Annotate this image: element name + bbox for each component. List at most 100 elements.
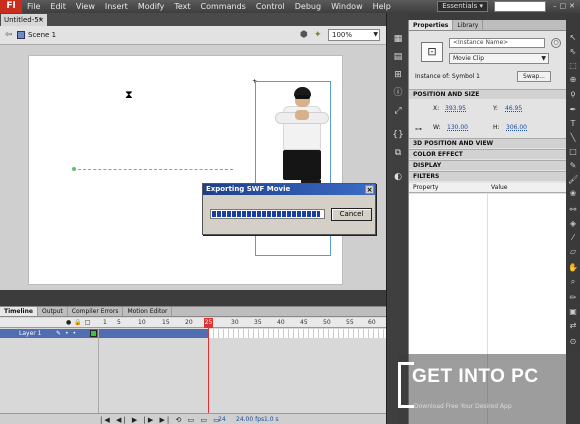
frame-number: 40 [277,319,285,326]
cancel-button[interactable]: Cancel [331,208,372,221]
menu-commands[interactable]: Commands [196,0,251,13]
tab-output[interactable]: Output [38,307,68,316]
hand-tool-icon[interactable]: ✋ [568,263,578,273]
menu-edit[interactable]: Edit [45,0,71,13]
instance-name-input[interactable]: <Instance Name> [449,38,545,48]
menu-view[interactable]: View [71,0,100,13]
filters-table-header: Property Value [409,183,567,193]
eyedropper-tool-icon[interactable]: ⁄ [568,233,578,243]
info-panel-icon[interactable]: ⓘ [392,87,404,99]
zoom-tool-icon[interactable]: ⌕ [568,277,578,287]
selection-tool-icon[interactable]: ↖ [568,33,578,43]
menu-debug[interactable]: Debug [290,0,326,13]
playback-controls[interactable]: |◀ ◀| ▶ |▶ ▶| ⟲ ▭ ▭ ▭ [100,416,222,424]
fill-color-icon[interactable]: ▣ [568,307,578,317]
menu-control[interactable]: Control [251,0,290,13]
dialog-title: Exporting SWF Movie [206,185,291,193]
document-tab[interactable]: Untitled-5* × [1,14,47,26]
pencil-tool-icon[interactable]: ✎ [568,161,578,171]
menu-window[interactable]: Window [326,0,368,13]
link-icon[interactable]: ⊶ [415,125,422,133]
3d-rotation-tool-icon[interactable]: ⊕ [568,75,578,85]
frame-cells[interactable] [209,329,386,338]
tab-properties[interactable]: Properties [409,20,454,30]
frame-number: 15 [162,319,170,326]
menu-help[interactable]: Help [368,0,396,13]
h-value[interactable]: 306.00 [506,124,527,131]
elapsed-time-value: 1.0 s [264,416,279,423]
edit-symbols-icon[interactable]: ✦ [314,30,322,40]
symbol-type-value: Movie Clip [453,55,484,62]
tab-timeline[interactable]: Timeline [0,307,38,316]
lasso-tool-icon[interactable]: ϙ [568,89,578,99]
menu-insert[interactable]: Insert [100,0,133,13]
menu-text[interactable]: Text [169,0,195,13]
swap-colors-icon[interactable]: ⇄ [568,321,578,331]
line-tool-icon[interactable]: ╲ [568,133,578,143]
zoom-select[interactable]: 100% ▼ [328,29,380,41]
stroke-color-icon[interactable]: ✏ [568,293,578,303]
document-tab-title: Untitled-5* [4,16,43,24]
transform-panel-icon[interactable]: ⤢ [392,105,404,117]
w-label: W: [433,124,441,131]
layer-state-icons[interactable]: ✎•• [56,329,80,338]
layer-name[interactable]: Layer 1 [19,329,41,338]
layer-toggle-icons[interactable]: ●🔒□ [66,319,93,326]
w-value[interactable]: 130.00 [447,124,468,131]
subselection-tool-icon[interactable]: ⇖ [568,47,578,57]
close-icon[interactable]: × [365,185,374,194]
pen-tool-icon[interactable]: ✒ [568,105,578,115]
watermark-title: GET INTO PC [412,366,539,387]
swatches-panel-icon[interactable]: ▤ [392,51,404,63]
layer-outline-color-icon[interactable] [90,330,97,337]
color-panel-icon[interactable]: ▦ [392,33,404,45]
playhead[interactable]: 25 [204,318,213,328]
tab-motion-editor[interactable]: Motion Editor [123,307,173,316]
section-filters[interactable]: FILTERS [409,171,567,181]
code-snippets-icon[interactable]: {} [392,129,404,141]
swap-button[interactable]: Swap... [517,71,551,82]
help-search-input[interactable] [494,1,546,12]
free-transform-tool-icon[interactable]: ⬚ [568,61,578,71]
scene-label[interactable]: Scene 1 [28,31,56,39]
align-panel-icon[interactable]: ⊞ [392,69,404,81]
back-arrow-icon[interactable]: ⇦ [5,30,13,40]
deco-tool-icon[interactable]: ❀ [568,189,578,199]
snap-to-objects-icon[interactable]: ⊙ [568,337,578,347]
section-color-effect[interactable]: COLOR EFFECT [409,149,567,159]
current-frame-value[interactable]: 24 [218,416,226,423]
rectangle-tool-icon[interactable]: □ [568,147,578,157]
x-value[interactable]: 393.95 [445,105,466,112]
eraser-tool-icon[interactable]: ▱ [568,247,578,257]
filters-column-property: Property [413,184,439,191]
layer-row[interactable]: Layer 1 ✎•• [0,329,208,338]
frame-rate-value[interactable]: 24.00 fps [236,416,264,423]
bone-tool-icon[interactable]: ⚯ [568,205,578,215]
paint-bucket-tool-icon[interactable]: ◈ [568,219,578,229]
dialog-title-bar[interactable]: Exporting SWF Movie × [203,184,375,195]
components-panel-icon[interactable]: ⧉ [392,147,404,159]
edit-scene-icon[interactable]: ⬢ [300,30,308,40]
frame-number: 55 [346,319,354,326]
window-controls[interactable]: –□✕ [553,2,578,10]
close-icon[interactable]: × [38,14,44,26]
workspace-switcher[interactable]: Essentials ▾ [437,1,488,12]
brush-tool-icon[interactable]: 🖌 [568,175,578,185]
symbol-type-select[interactable]: Movie Clip ▼ [449,53,549,64]
frame-number: 60 [368,319,376,326]
section-position-size[interactable]: POSITION AND SIZE [409,89,567,99]
section-display[interactable]: DISPLAY [409,160,567,170]
tab-compiler-errors[interactable]: Compiler Errors [68,307,124,316]
section-3d-position[interactable]: 3D POSITION AND VIEW [409,138,567,148]
layer-frame-divider[interactable] [98,329,99,417]
filters-column-value: Value [491,184,508,191]
y-value[interactable]: 46.95 [505,105,522,112]
frame-ruler[interactable]: ●🔒□ 1 5 10 15 20 30 35 40 45 50 55 60 [0,318,386,328]
instance-options-icon[interactable]: ○ [551,38,561,48]
menu-file[interactable]: File [22,0,45,13]
tab-library[interactable]: Library [453,20,484,30]
menu-modify[interactable]: Modify [133,0,170,13]
stage[interactable]: ⧗ + [28,55,343,285]
text-tool-icon[interactable]: T [568,119,578,129]
motion-presets-icon[interactable]: ◐ [392,171,404,183]
